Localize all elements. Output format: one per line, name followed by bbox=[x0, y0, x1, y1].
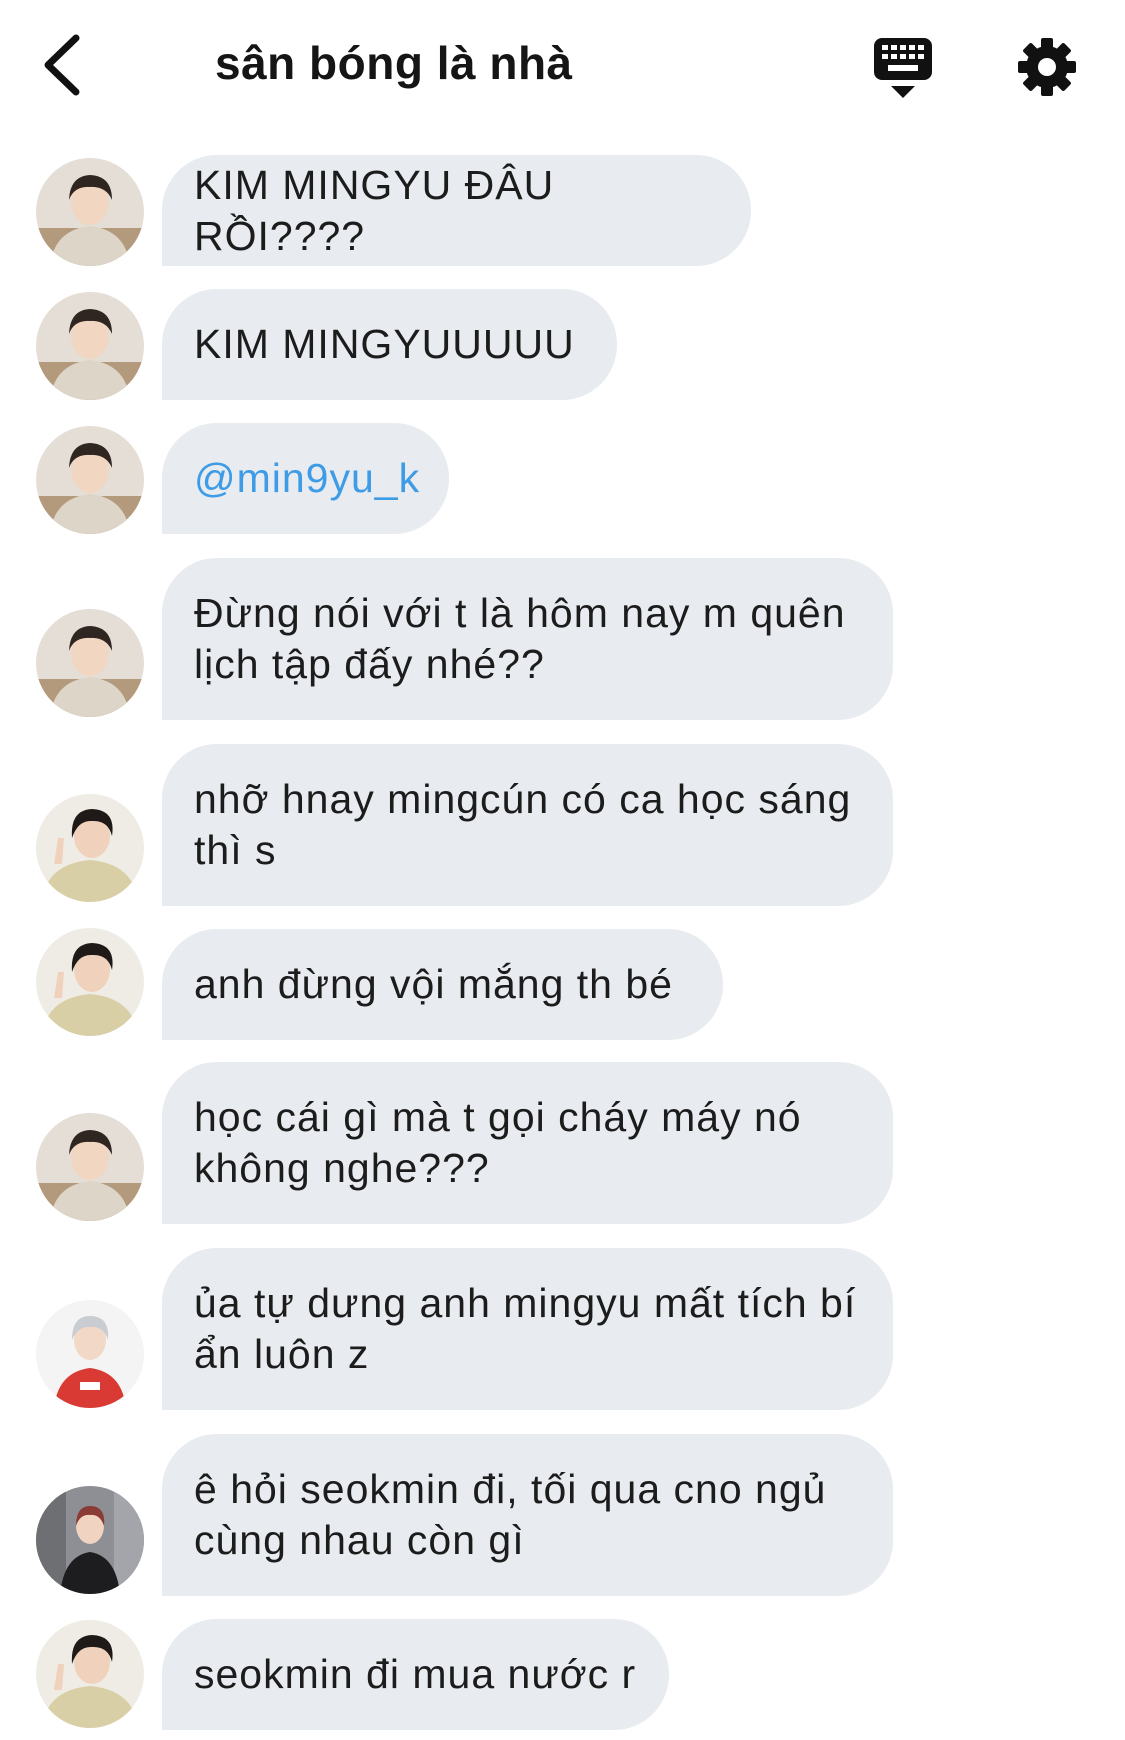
message-list[interactable]: KIM MINGYU ĐÂU RỒI???? KIM MINGYUUUUU @m… bbox=[0, 0, 1125, 1740]
avatar-beige-shirt-image bbox=[36, 609, 144, 717]
message-text: seokmin đi mua nước r bbox=[194, 1651, 637, 1697]
avatar-fleece-jacket-image bbox=[36, 794, 144, 902]
mention-link[interactable]: @min9yu_k bbox=[194, 453, 420, 504]
avatar-beige-shirt-image bbox=[36, 1113, 144, 1221]
message-text: KIM MINGYUUUUU bbox=[194, 321, 575, 367]
avatar-fleece-jacket-image bbox=[36, 1620, 144, 1728]
message-bubble[interactable]: Đừng nói với t là hôm nay m quên lịch tậ… bbox=[162, 558, 893, 720]
message-text: học cái gì mà t gọi cháy máy nó không ng… bbox=[194, 1094, 814, 1191]
avatar[interactable] bbox=[36, 1300, 144, 1408]
message-bubble[interactable]: nhỡ hnay mingcún có ca học sáng thì s bbox=[162, 744, 893, 906]
avatar-fleece-jacket-image bbox=[36, 928, 144, 1036]
avatar[interactable] bbox=[36, 158, 144, 266]
avatar[interactable] bbox=[36, 1113, 144, 1221]
message-bubble[interactable]: học cái gì mà t gọi cháy máy nó không ng… bbox=[162, 1062, 893, 1224]
message-text: anh đừng vội mắng th bé bbox=[194, 961, 673, 1007]
avatar[interactable] bbox=[36, 1620, 144, 1728]
avatar-red-jersey-image bbox=[36, 1300, 144, 1408]
message-bubble[interactable]: ê hỏi seokmin đi, tối qua cno ngủ cùng n… bbox=[162, 1434, 893, 1596]
message-bubble[interactable]: KIM MINGYU ĐÂU RỒI???? bbox=[162, 155, 751, 266]
avatar-black-jacket-image bbox=[36, 1486, 144, 1594]
message-text: Đừng nói với t là hôm nay m quên lịch tậ… bbox=[194, 590, 858, 687]
message-bubble[interactable]: KIM MINGYUUUUU bbox=[162, 289, 617, 400]
message-bubble[interactable]: ủa tự dưng anh mingyu mất tích bí ẩn luô… bbox=[162, 1248, 893, 1410]
avatar-beige-shirt-image bbox=[36, 426, 144, 534]
avatar-beige-shirt-image bbox=[36, 292, 144, 400]
message-text: nhỡ hnay mingcún có ca học sáng thì s bbox=[194, 776, 864, 873]
message-bubble[interactable]: anh đừng vội mắng th bé bbox=[162, 929, 723, 1040]
avatar[interactable] bbox=[36, 426, 144, 534]
message-text: KIM MINGYU ĐÂU RỒI???? bbox=[194, 161, 567, 259]
avatar[interactable] bbox=[36, 794, 144, 902]
avatar[interactable] bbox=[36, 292, 144, 400]
message-text: ê hỏi seokmin đi, tối qua cno ngủ cùng n… bbox=[194, 1466, 839, 1563]
avatar-beige-shirt-image bbox=[36, 158, 144, 266]
message-bubble[interactable]: seokmin đi mua nước r bbox=[162, 1619, 669, 1730]
message-bubble[interactable]: @min9yu_k bbox=[162, 423, 449, 534]
avatar[interactable] bbox=[36, 928, 144, 1036]
avatar[interactable] bbox=[36, 1486, 144, 1594]
message-text: ủa tự dưng anh mingyu mất tích bí ẩn luô… bbox=[194, 1280, 869, 1377]
avatar[interactable] bbox=[36, 609, 144, 717]
